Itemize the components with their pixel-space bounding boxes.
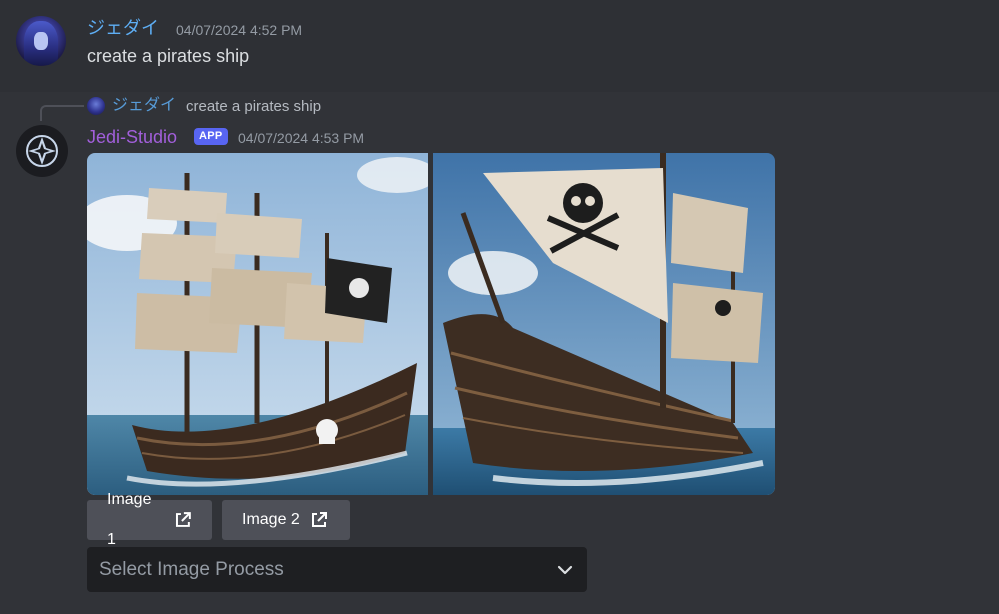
reply-avatar[interactable] — [87, 97, 105, 115]
chat-view: ジェダイ 04/07/2024 4:52 PM create a pirates… — [0, 0, 999, 614]
bot-timestamp: 04/07/2024 4:53 PM — [238, 130, 365, 146]
image-1-button[interactable]: Image 1 — [87, 491, 212, 548]
image-attachments — [87, 153, 775, 495]
bot-logo-icon — [26, 135, 58, 167]
reply-content[interactable]: create a pirates ship — [186, 98, 321, 116]
select-placeholder: Select Image Process — [99, 558, 284, 580]
avatar[interactable] — [16, 16, 66, 66]
generated-image-2[interactable] — [433, 153, 775, 495]
image-process-select[interactable]: Select Image Process — [87, 547, 587, 592]
reply-author[interactable]: ジェダイ — [112, 96, 176, 116]
chevron-down-icon — [557, 565, 573, 574]
message-author[interactable]: ジェダイ — [87, 17, 159, 39]
generated-image-1[interactable] — [87, 153, 428, 495]
bot-avatar[interactable] — [16, 125, 68, 177]
image-2-button[interactable]: Image 2 — [222, 500, 350, 540]
app-badge: APP — [194, 128, 228, 145]
message-user: ジェダイ 04/07/2024 4:52 PM create a pirates… — [0, 0, 999, 92]
message-content: create a pirates ship — [87, 46, 250, 66]
message-timestamp: 04/07/2024 4:52 PM — [176, 22, 303, 38]
reply-spine — [40, 105, 84, 121]
external-link-icon — [176, 512, 192, 527]
external-link-icon — [311, 512, 327, 527]
avatar-face — [34, 32, 48, 50]
bot-author[interactable]: Jedi-Studio — [87, 126, 177, 148]
image-2-button-label: Image 2 — [242, 511, 300, 528]
